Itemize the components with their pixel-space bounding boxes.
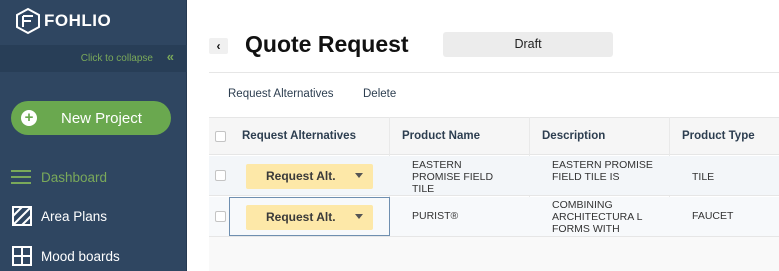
product-name-cell: PURIST® <box>412 210 459 222</box>
quote-table: Request Alternatives Product Name Descri… <box>209 117 779 271</box>
column-header[interactable]: Product Type <box>682 130 755 142</box>
sidebar-item-dashboard[interactable]: Dashboard <box>11 166 107 188</box>
request-alt-dropdown[interactable]: Request Alt. <box>246 164 373 189</box>
row-checkbox[interactable] <box>215 211 226 222</box>
product-name-cell: EASTERN PROMISE FIELD TILE <box>412 159 494 195</box>
caret-down-icon <box>355 173 363 178</box>
request-alt-dropdown[interactable]: Request Alt. <box>246 205 373 230</box>
logo[interactable]: FOHLIO <box>14 6 111 36</box>
sidebar-item-label: Mood boards <box>41 248 120 264</box>
column-header[interactable]: Description <box>542 130 605 142</box>
dashboard-icon <box>11 167 33 187</box>
mood-boards-icon <box>11 246 33 266</box>
sidebar-item-label: Dashboard <box>41 169 108 185</box>
sidebar-item-mood-boards[interactable]: Mood boards <box>11 245 120 267</box>
table-empty-area <box>209 237 779 271</box>
area-plans-icon <box>11 206 33 226</box>
delete-button[interactable]: Delete <box>363 88 396 100</box>
description-cell: COMBINING ARCHITECTURA L FORMS WITH <box>552 199 643 235</box>
description-cell: EASTERN PROMISE FIELD TILE IS <box>552 159 653 183</box>
product-type-cell: FAUCET <box>692 210 734 222</box>
sidebar-item-area-plans[interactable]: Area Plans <box>11 205 107 227</box>
table-header: Request Alternatives Product Name Descri… <box>209 117 779 155</box>
request-alt-label: Request Alt. <box>266 169 336 183</box>
logo-text: FOHLIO <box>44 11 112 30</box>
column-header[interactable]: Product Name <box>402 130 480 142</box>
new-project-button[interactable]: + New Project <box>11 101 171 135</box>
sidebar: FOHLIO Click to collapse « + New Project… <box>0 0 187 271</box>
table-row[interactable]: Request Alt. EASTERN PROMISE FIELD TILE … <box>209 156 779 196</box>
back-button[interactable]: ‹ <box>209 38 228 54</box>
sidebar-item-label: Area Plans <box>41 208 108 224</box>
product-type-cell: TILE <box>692 171 715 183</box>
caret-down-icon <box>355 214 363 219</box>
new-project-label: New Project <box>61 110 142 127</box>
main-panel: ‹ Quote Request Draft Request Alternativ… <box>188 0 779 271</box>
collapse-sidebar-bar[interactable]: Click to collapse « <box>0 45 187 72</box>
header-divider <box>209 72 779 73</box>
collapse-label: Click to collapse <box>80 53 153 64</box>
select-all-checkbox[interactable] <box>215 131 226 142</box>
table-row[interactable]: Request Alt. PURIST® COMBINING ARCHITECT… <box>209 197 779 237</box>
request-alternatives-button[interactable]: Request Alternatives <box>228 88 333 100</box>
double-chevron-left-icon[interactable]: « <box>167 49 174 64</box>
status-badge: Draft <box>443 32 613 57</box>
fohlio-logo-icon <box>16 7 40 35</box>
column-header[interactable]: Request Alternatives <box>242 130 356 142</box>
request-alt-label: Request Alt. <box>266 210 336 224</box>
plus-icon: + <box>21 110 37 126</box>
page-title: Quote Request <box>245 31 409 57</box>
row-checkbox[interactable] <box>215 170 226 181</box>
